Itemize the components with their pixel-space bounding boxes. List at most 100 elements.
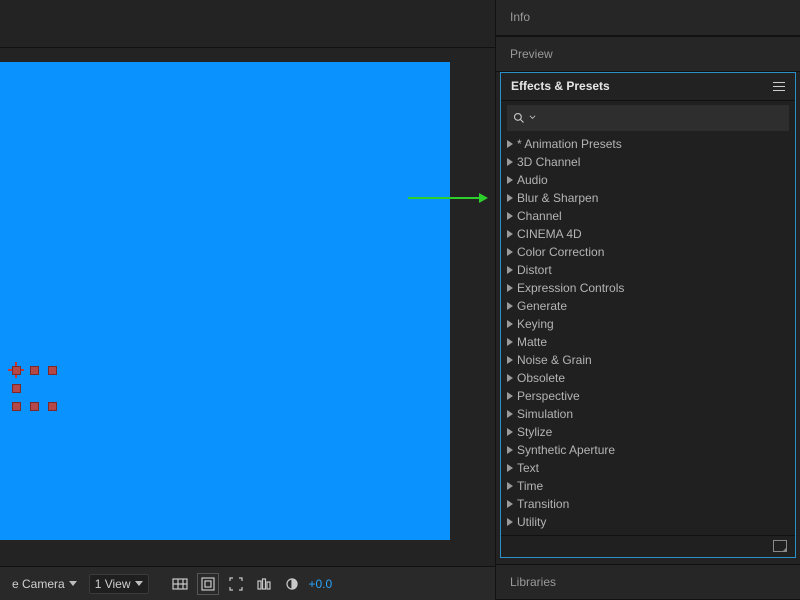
effects-category-item[interactable]: Channel [507, 207, 789, 225]
exposure-value[interactable]: +0.0 [309, 577, 333, 591]
region-of-interest-icon[interactable] [225, 573, 247, 595]
effects-category-item[interactable]: Expression Controls [507, 279, 789, 297]
effects-category-item[interactable]: Generate [507, 297, 789, 315]
effects-category-label: Perspective [517, 389, 580, 403]
effects-category-item[interactable]: Distort [507, 261, 789, 279]
effects-category-label: Simulation [517, 407, 573, 421]
effects-category-label: CINEMA 4D [517, 227, 582, 241]
selected-layer-handles[interactable] [12, 366, 58, 412]
disclosure-triangle-icon [507, 500, 513, 508]
panel-tab-label: Preview [510, 47, 553, 61]
toggle-mask-visibility-icon[interactable] [197, 573, 219, 595]
resize-handle-tr[interactable] [48, 366, 57, 375]
effects-category-item[interactable]: Synthetic Aperture [507, 441, 789, 459]
effects-category-item[interactable]: Blur & Sharpen [507, 189, 789, 207]
panel-tab-info[interactable]: Info [496, 0, 800, 36]
viewer-toolbar: e Camera 1 View +0.0 [0, 566, 495, 600]
app-root: e Camera 1 View +0.0 [0, 0, 800, 600]
panel-tab-label: Libraries [510, 575, 556, 589]
effects-category-label: Blur & Sharpen [517, 191, 598, 205]
effects-category-label: * Animation Presets [517, 137, 622, 151]
disclosure-triangle-icon [507, 446, 513, 454]
chevron-down-icon [69, 581, 77, 586]
chevron-down-icon [529, 114, 536, 121]
comp-canvas[interactable] [0, 62, 450, 540]
panel-tab-libraries[interactable]: Libraries [496, 564, 800, 600]
disclosure-triangle-icon [507, 266, 513, 274]
disclosure-triangle-icon [507, 194, 513, 202]
effects-category-item[interactable]: Obsolete [507, 369, 789, 387]
disclosure-triangle-icon [507, 320, 513, 328]
active-camera-dropdown[interactable]: e Camera [6, 574, 83, 594]
effects-category-label: Generate [517, 299, 567, 313]
effects-category-item[interactable]: Utility [507, 513, 789, 531]
effects-category-item[interactable]: * Animation Presets [507, 135, 789, 153]
disclosure-triangle-icon [507, 140, 513, 148]
effects-category-label: Noise & Grain [517, 353, 592, 367]
effects-category-item[interactable]: 3D Channel [507, 153, 789, 171]
disclosure-triangle-icon [507, 482, 513, 490]
disclosure-triangle-icon [507, 374, 513, 382]
toggle-transparency-grid-icon[interactable] [169, 573, 191, 595]
effects-category-label: Synthetic Aperture [517, 443, 615, 457]
effects-category-label: Color Correction [517, 245, 604, 259]
effects-category-item[interactable]: CINEMA 4D [507, 225, 789, 243]
viewer-header-empty [0, 0, 495, 48]
effects-category-item[interactable]: Transition [507, 495, 789, 513]
resize-handle-bl[interactable] [12, 402, 21, 411]
resize-handle-tl[interactable] [12, 366, 21, 375]
effects-presets-panel: Effects & Presets * Animation Presets 3D … [500, 72, 796, 558]
effects-category-item[interactable]: Perspective [507, 387, 789, 405]
disclosure-triangle-icon [507, 284, 513, 292]
composition-viewer[interactable] [0, 48, 495, 566]
effects-category-item[interactable]: Time [507, 477, 789, 495]
disclosure-triangle-icon [507, 158, 513, 166]
effects-category-label: Stylize [517, 425, 552, 439]
resize-handle-tm[interactable] [30, 366, 39, 375]
effects-category-item[interactable]: Noise & Grain [507, 351, 789, 369]
disclosure-triangle-icon [507, 338, 513, 346]
effects-category-label: Expression Controls [517, 281, 624, 295]
chevron-down-icon [135, 581, 143, 586]
channel-view-icon[interactable] [253, 573, 275, 595]
panel-tab-label: Info [510, 10, 530, 24]
panel-header-effects[interactable]: Effects & Presets [501, 73, 795, 101]
disclosure-triangle-icon [507, 392, 513, 400]
effects-category-label: Utility [517, 515, 546, 529]
panel-menu-icon[interactable] [773, 82, 785, 91]
effects-category-item[interactable]: Color Correction [507, 243, 789, 261]
annotation-arrow [408, 192, 488, 204]
active-camera-label: e Camera [12, 577, 65, 591]
effects-category-label: Matte [517, 335, 547, 349]
effects-category-list: * Animation Presets 3D Channel Audio Blur &… [501, 133, 795, 535]
panel-title: Effects & Presets [511, 79, 610, 93]
search-icon [513, 112, 525, 124]
resize-handle-br[interactable] [48, 402, 57, 411]
disclosure-triangle-icon [507, 410, 513, 418]
new-preset-icon[interactable] [773, 540, 787, 552]
effects-category-item[interactable]: Audio [507, 171, 789, 189]
panel-tab-preview[interactable]: Preview [496, 36, 800, 72]
disclosure-triangle-icon [507, 428, 513, 436]
resize-handle-bm[interactable] [30, 402, 39, 411]
effects-category-label: Channel [517, 209, 562, 223]
reset-exposure-icon[interactable] [281, 573, 303, 595]
effects-category-item[interactable]: Keying [507, 315, 789, 333]
right-panel-stack: Info Preview Effects & Presets * Animati… [495, 0, 800, 600]
disclosure-triangle-icon [507, 356, 513, 364]
effects-category-item[interactable]: Simulation [507, 405, 789, 423]
effects-panel-footer [501, 535, 795, 557]
effects-category-item[interactable]: Text [507, 459, 789, 477]
effects-category-label: 3D Channel [517, 155, 580, 169]
view-count-dropdown[interactable]: 1 View [89, 574, 149, 594]
effects-category-label: Obsolete [517, 371, 565, 385]
resize-handle-ml[interactable] [12, 384, 21, 393]
effects-search-input[interactable] [507, 105, 789, 131]
effects-category-item[interactable]: Matte [507, 333, 789, 351]
effects-category-label: Time [517, 479, 543, 493]
effects-category-item[interactable]: Stylize [507, 423, 789, 441]
effects-category-label: Transition [517, 497, 569, 511]
disclosure-triangle-icon [507, 464, 513, 472]
view-count-label: 1 View [95, 577, 131, 591]
effects-category-label: Distort [517, 263, 552, 277]
